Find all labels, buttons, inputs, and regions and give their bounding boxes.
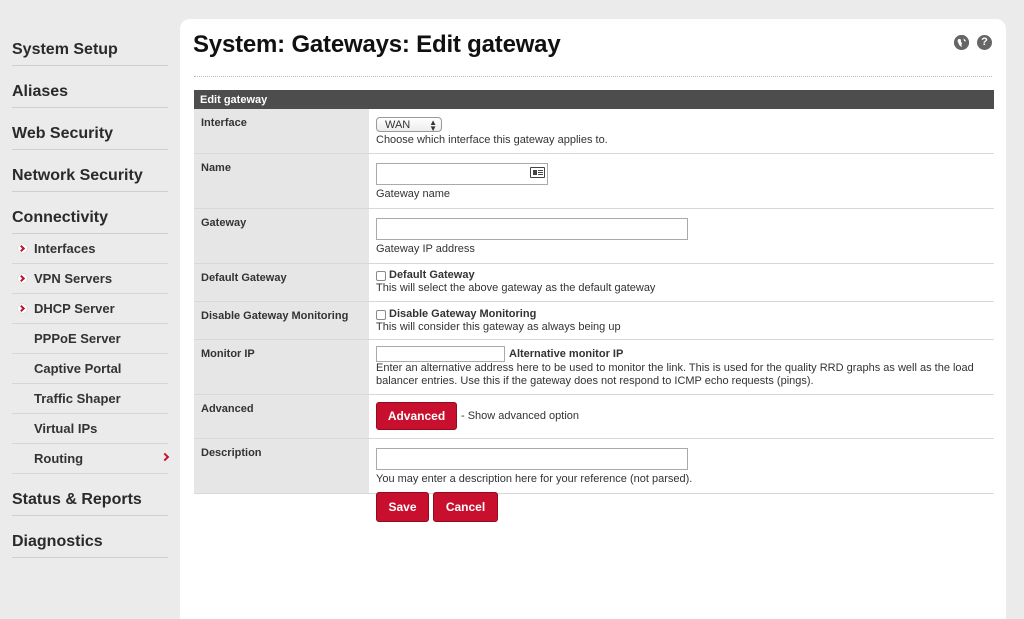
sidebar-item-interfaces[interactable]: Interfaces	[12, 234, 168, 264]
sidebar-item-routing[interactable]: Routing	[12, 444, 170, 474]
monitor-ip-input[interactable]	[376, 346, 505, 362]
name-label: Name	[194, 154, 369, 208]
globe-icon-svg	[954, 35, 969, 50]
sidebar-item-virtual-ips[interactable]: Virtual IPs	[12, 414, 168, 444]
sidebar-section-network-security[interactable]: Network Security	[12, 150, 168, 192]
sidebar: System Setup Aliases Web Security Networ…	[0, 24, 178, 558]
default-gateway-help: This will select the above gateway as th…	[376, 282, 656, 294]
sidebar-section-status-reports[interactable]: Status & Reports	[12, 474, 168, 516]
row-advanced: Advanced Advanced - Show advanced option	[194, 395, 994, 439]
chevron-right-icon	[17, 273, 28, 284]
sidebar-item-pppoe-server[interactable]: PPPoE Server	[12, 324, 168, 354]
monitor-ip-label: Monitor IP	[194, 340, 369, 394]
sidebar-item-captive-portal[interactable]: Captive Portal	[12, 354, 168, 384]
help-icon[interactable]: ?	[977, 35, 992, 50]
row-disable-monitoring: Disable Gateway Monitoring Disable Gatew…	[194, 302, 994, 340]
row-default-gateway: Default Gateway Default Gateway This wil…	[194, 264, 994, 302]
interface-label: Interface	[194, 109, 369, 153]
sidebar-item-dhcp-server[interactable]: DHCP Server	[12, 294, 168, 324]
form-actions: Save Cancel	[376, 492, 498, 522]
edit-gateway-form: Edit gateway Interface WAN ▲ ▼ Choose whi…	[194, 90, 994, 494]
gateway-input[interactable]	[376, 218, 688, 240]
sidebar-section-aliases[interactable]: Aliases	[12, 66, 168, 108]
sidebar-item-traffic-shaper[interactable]: Traffic Shaper	[12, 384, 168, 414]
gateway-help: Gateway IP address	[376, 243, 475, 255]
interface-select[interactable]: WAN ▲ ▼	[376, 117, 442, 133]
page-title: System: Gateways: Edit gateway	[193, 31, 561, 58]
advanced-help: - Show advanced option	[461, 410, 580, 422]
chevron-right-icon	[17, 303, 28, 314]
cancel-button[interactable]: Cancel	[433, 492, 498, 522]
row-monitor-ip: Monitor IP Alternative monitor IP Enter …	[194, 340, 994, 395]
chevron-right-icon	[17, 243, 28, 254]
disable-monitoring-help: This will consider this gateway as alway…	[376, 321, 621, 333]
default-gateway-checkbox[interactable]	[376, 270, 386, 281]
sidebar-section-diagnostics[interactable]: Diagnostics	[12, 516, 168, 558]
sidebar-item-vpn-servers[interactable]: VPN Servers	[12, 264, 168, 294]
default-gateway-label: Default Gateway	[194, 264, 369, 301]
main-panel: System: Gateways: Edit gateway ? Edit ga…	[180, 19, 1006, 619]
description-help: You may enter a description here for you…	[376, 473, 693, 485]
default-gateway-checkbox-label: Default Gateway	[389, 269, 475, 281]
disable-monitoring-checkbox[interactable]	[376, 309, 386, 320]
row-description: Description You may enter a description …	[194, 439, 994, 494]
description-label: Description	[194, 439, 369, 493]
globe-icon[interactable]	[954, 35, 969, 50]
interface-help: Choose which interface this gateway appl…	[376, 134, 608, 146]
sidebar-section-system-setup[interactable]: System Setup	[12, 24, 168, 66]
save-button[interactable]: Save	[376, 492, 429, 522]
header-icons: ?	[954, 35, 992, 50]
disable-monitoring-label: Disable Gateway Monitoring	[194, 302, 369, 339]
row-name: Name Gateway name	[194, 154, 994, 209]
sidebar-section-web-security[interactable]: Web Security	[12, 108, 168, 150]
row-gateway: Gateway Gateway IP address	[194, 209, 994, 264]
description-input[interactable]	[376, 448, 688, 470]
row-interface: Interface WAN ▲ ▼ Choose which interface …	[194, 109, 994, 154]
gateway-label: Gateway	[194, 209, 369, 263]
disable-monitoring-checkbox-label: Disable Gateway Monitoring	[389, 308, 537, 320]
contact-card-icon	[530, 167, 545, 178]
advanced-button[interactable]: Advanced	[376, 402, 457, 430]
name-help: Gateway name	[376, 188, 450, 200]
chevron-right-icon	[160, 452, 170, 462]
sidebar-section-connectivity[interactable]: Connectivity	[12, 192, 168, 234]
divider	[194, 76, 992, 77]
name-input[interactable]	[376, 163, 548, 185]
form-heading: Edit gateway	[194, 90, 994, 109]
advanced-label: Advanced	[194, 395, 369, 438]
monitor-ip-inline-label: Alternative monitor IP	[509, 347, 624, 360]
select-arrows-icon: ▲ ▼	[429, 118, 437, 133]
monitor-ip-help: Enter an alternative address here to be …	[376, 362, 974, 387]
